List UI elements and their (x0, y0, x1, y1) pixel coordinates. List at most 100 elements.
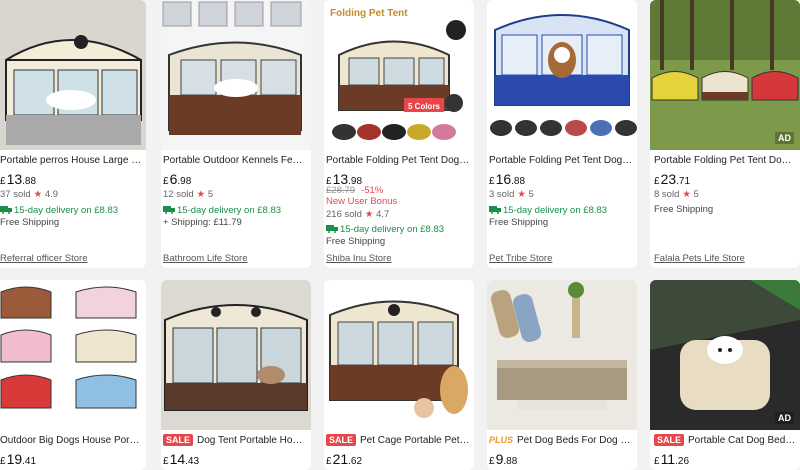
product-title[interactable]: Portable Folding Pet Tent Dog Hou… (654, 154, 796, 167)
rating-value: 5 (207, 189, 214, 200)
product-card[interactable]: Folding Pet Tent 5 Colors Portable Foldi… (324, 0, 474, 268)
product-card[interactable]: AD Portable Folding Pet Tent Dog Hou… £2… (650, 0, 800, 268)
delivery-info: 15-day delivery on £8.83 (489, 205, 607, 216)
image-colors-text: 5 Colors (408, 102, 441, 111)
currency-symbol: £ (489, 176, 495, 187)
product-image[interactable]: AD (650, 0, 800, 150)
plus-tag: PLUS (489, 435, 514, 445)
delivery-info: 15-day delivery on £8.83 (326, 224, 444, 235)
rating-value: 5 (528, 189, 534, 200)
shipping-info: Free Shipping (489, 217, 549, 228)
currency-symbol: £ (654, 176, 660, 187)
sold-count: 3 sold (489, 189, 515, 200)
store-link[interactable]: Bathroom Life Store (163, 253, 248, 264)
product-card[interactable]: SALEDog Tent Portable House B… £14.43 (161, 280, 311, 470)
price-integer: 16 (495, 171, 512, 187)
product-title[interactable]: SALEPortable Cat Dog Bed Trav… (654, 434, 796, 447)
price-integer: 13 (6, 171, 23, 187)
store-link[interactable]: Pet Tribe Store (489, 253, 552, 264)
currency-symbol: £ (489, 456, 495, 467)
product-title[interactable]: Portable Folding Pet Tent Dog Hou… (326, 154, 470, 167)
delivery-text: 15-day delivery on £8.83 (177, 205, 282, 216)
ad-badge: AD (775, 132, 794, 144)
rating-value: 4.9 (44, 189, 59, 200)
currency-symbol: £ (163, 176, 169, 187)
price-decimal: .71 (676, 176, 691, 187)
product-image[interactable] (487, 280, 637, 430)
product-title[interactable]: Portable Folding Pet Tent Dog Hou… (489, 154, 633, 167)
sales-rating: 216 sold ★ 4.7 (326, 209, 389, 220)
product-image[interactable]: Folding Pet Tent 5 Colors (324, 0, 474, 150)
price-decimal: .98 (177, 176, 192, 187)
star-icon: ★ (517, 189, 526, 200)
delivery-info: 15-day delivery on £8.83 (0, 205, 118, 216)
currency-symbol: £ (0, 456, 6, 467)
product-price: £16.88 (489, 171, 525, 187)
product-title[interactable]: SALEDog Tent Portable House B… (163, 434, 307, 447)
rating-value: 5 (693, 189, 699, 200)
product-card[interactable]: AD SALEPortable Cat Dog Bed Trav… £11.26 (650, 280, 800, 470)
ad-badge: AD (775, 412, 794, 424)
price-decimal: .41 (22, 456, 37, 467)
shipping-info: Free Shipping (0, 217, 60, 228)
product-title-text: Pet Cage Portable Pet Tent … (360, 435, 470, 446)
product-price: £6.98 (163, 171, 191, 187)
image-banner-text: Folding Pet Tent (330, 8, 408, 19)
product-card[interactable]: SALEPet Cage Portable Pet Tent … £21.62 (324, 280, 474, 470)
sales-rating: 3 sold ★ 5 (489, 189, 534, 200)
product-title-text: Dog Tent Portable House B… (197, 435, 307, 446)
shipping-info: + Shipping: £11.79 (163, 217, 242, 228)
price-decimal: .88 (22, 176, 37, 187)
delivery-text: 15-day delivery on £8.83 (340, 224, 445, 235)
original-price-discount: £28.79 -51% (326, 185, 383, 196)
product-title[interactable]: Portable perros House Large Small… (0, 154, 142, 167)
truck-icon (326, 225, 338, 233)
price-integer: 23 (660, 171, 677, 187)
product-title[interactable]: SALEPet Cage Portable Pet Tent … (326, 434, 470, 447)
star-icon: ★ (682, 189, 691, 200)
product-card[interactable]: Portable perros House Large Small… £13.8… (0, 0, 146, 268)
product-price: £13.88 (0, 171, 36, 187)
star-icon: ★ (33, 189, 43, 200)
truck-icon (489, 206, 501, 214)
product-card[interactable]: PLUSPet Dog Beds For Dog Fold… £9.88 (487, 280, 637, 470)
price-decimal: .43 (185, 456, 200, 467)
product-image[interactable] (161, 0, 311, 150)
currency-symbol: £ (163, 456, 169, 467)
sale-tag: SALE (163, 434, 194, 446)
original-price: £28.79 (326, 185, 356, 196)
product-image[interactable]: AD (650, 280, 800, 430)
sale-tag: SALE (326, 434, 357, 446)
sold-count: 216 sold (326, 209, 362, 220)
star-icon: ★ (364, 209, 374, 220)
price-decimal: .88 (503, 456, 518, 467)
currency-symbol: £ (326, 456, 332, 467)
product-image[interactable] (161, 280, 311, 430)
product-card[interactable]: Portable Folding Pet Tent Dog Hou… £16.8… (487, 0, 637, 268)
product-card[interactable]: Outdoor Big Dogs House Portable … £19.41 (0, 280, 146, 470)
store-link[interactable]: Referral officer Store (0, 253, 87, 264)
product-title[interactable]: Portable Outdoor Kennels Fences … (163, 154, 307, 167)
product-price: £23.71 (654, 171, 690, 187)
product-image[interactable] (0, 0, 146, 150)
product-title[interactable]: PLUSPet Dog Beds For Dog Fold… (489, 434, 633, 447)
discount-percent: -51% (361, 185, 384, 196)
price-decimal: .26 (675, 456, 690, 467)
sold-count: 12 sold (163, 189, 194, 200)
price-decimal: .88 (511, 176, 526, 187)
currency-symbol: £ (0, 176, 6, 187)
truck-icon (0, 206, 12, 214)
store-link[interactable]: Shiba Inu Store (326, 253, 392, 264)
star-icon: ★ (196, 189, 206, 200)
product-card[interactable]: Portable Outdoor Kennels Fences … £6.98 … (161, 0, 311, 268)
new-user-bonus: New User Bonus (326, 196, 398, 207)
currency-symbol: £ (654, 456, 660, 467)
shipping-info: Free Shipping (654, 204, 714, 215)
product-title[interactable]: Outdoor Big Dogs House Portable … (0, 434, 142, 447)
product-image[interactable] (487, 0, 637, 150)
delivery-info: 15-day delivery on £8.83 (163, 205, 281, 216)
product-image[interactable] (324, 280, 474, 430)
store-link[interactable]: Falala Pets Life Store (654, 253, 745, 264)
product-image[interactable] (0, 280, 146, 430)
product-grid: Portable perros House Large Small… £13.8… (0, 0, 800, 470)
